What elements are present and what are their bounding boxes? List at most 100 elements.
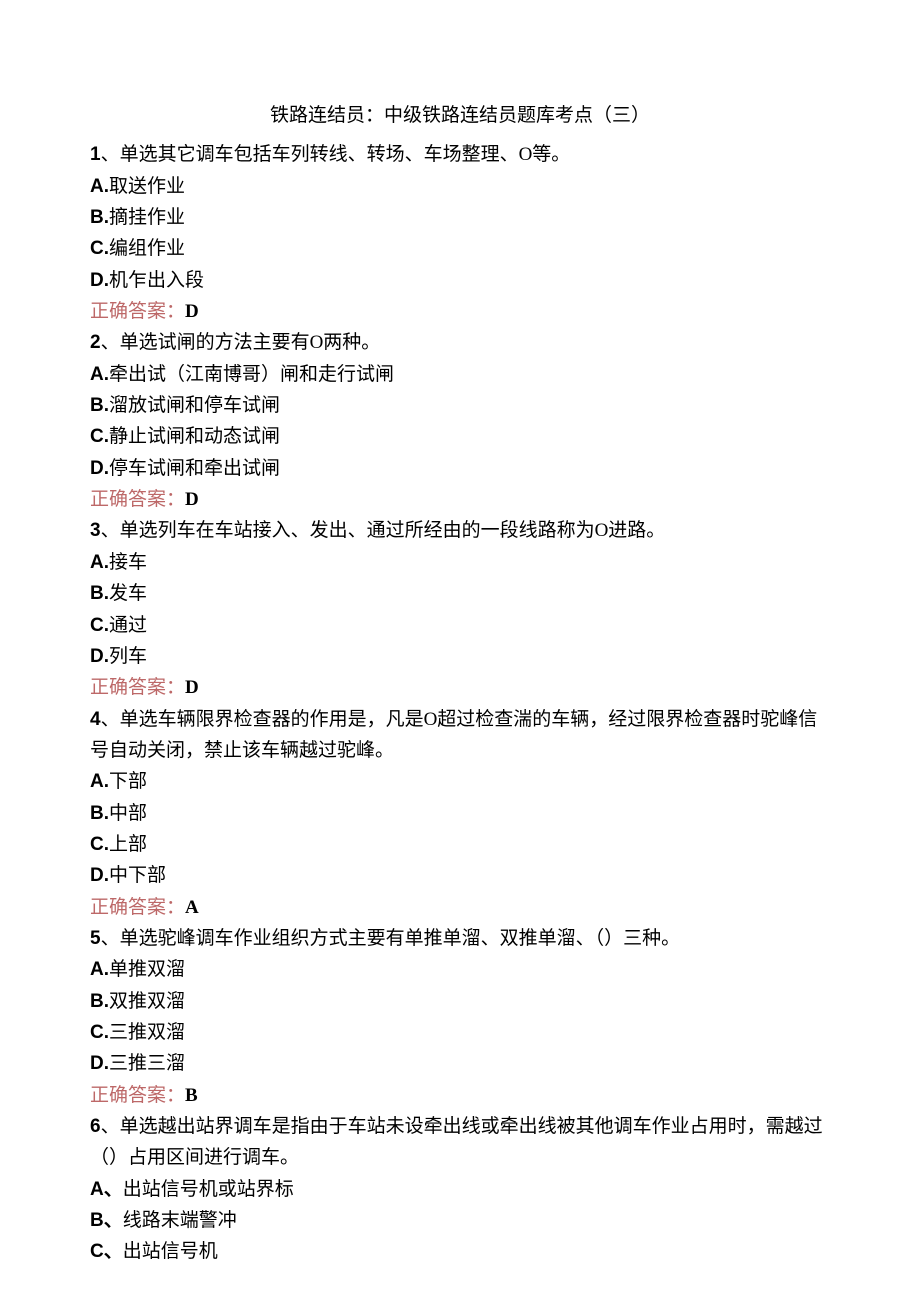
answer-label: 正确答案： [90, 897, 185, 918]
question-number: 3 [90, 520, 101, 541]
answer-label: 正确答案： [90, 301, 185, 322]
option-letter: C. [90, 238, 109, 259]
option-text: 接车 [109, 552, 147, 573]
option-letter: C. [90, 834, 109, 855]
questions-container: 1、单选其它调车包括车列转线、转场、车场整理、O等。A.取送作业B.摘挂作业C.… [90, 139, 830, 1267]
option-text: 机乍出入段 [109, 270, 204, 291]
option-line: B.发车 [90, 578, 830, 609]
option-line: A.牵出试（江南博哥）闸和走行试闸 [90, 359, 830, 390]
option-text: 中下部 [109, 865, 166, 886]
question-text: 、单选试闸的方法主要有O两种。 [101, 332, 381, 353]
answer-line: 正确答案：B [90, 1080, 830, 1111]
option-line: B.中部 [90, 798, 830, 829]
question-stem: 3、单选列车在车站接入、发出、通过所经由的一段线路称为O进路。 [90, 515, 830, 546]
option-line: B.双推双溜 [90, 986, 830, 1017]
option-letter: D. [90, 270, 109, 291]
option-letter: D. [90, 646, 109, 667]
option-letter: B. [90, 583, 109, 604]
option-letter: C、 [90, 1241, 123, 1262]
option-text: 摘挂作业 [109, 207, 185, 228]
question-number: 2 [90, 332, 101, 353]
question-stem: 4、单选车辆限界检查器的作用是，凡是O超过检查湍的车辆，经过限界检查器时驼峰信号… [90, 704, 830, 767]
option-text: 三推双溜 [109, 1022, 185, 1043]
option-letter: B、 [90, 1210, 123, 1231]
option-letter: D. [90, 1053, 109, 1074]
answer-line: 正确答案：D [90, 484, 830, 515]
question-number: 6 [90, 1116, 101, 1137]
option-text: 编组作业 [109, 238, 185, 259]
option-line: A.接车 [90, 547, 830, 578]
option-letter: B. [90, 207, 109, 228]
question-stem: 5、单选驼峰调车作业组织方式主要有单推单溜、双推单溜、（）三种。 [90, 923, 830, 954]
option-line: D.机乍出入段 [90, 265, 830, 296]
option-line: B、线路末端警冲 [90, 1205, 830, 1236]
question-number: 5 [90, 928, 101, 949]
option-line: C.静止试闸和动态试闸 [90, 421, 830, 452]
option-letter: A. [90, 176, 109, 197]
option-letter: B. [90, 803, 109, 824]
option-line: B.摘挂作业 [90, 202, 830, 233]
option-text: 溜放试闸和停车试闸 [109, 395, 280, 416]
option-line: A.单推双溜 [90, 954, 830, 985]
answer-label: 正确答案： [90, 677, 185, 698]
option-text: 发车 [109, 583, 147, 604]
option-letter: C. [90, 615, 109, 636]
option-text: 单推双溜 [109, 959, 185, 980]
question-text: 、单选驼峰调车作业组织方式主要有单推单溜、双推单溜、（）三种。 [101, 928, 681, 949]
option-letter: A. [90, 552, 109, 573]
option-letter: C. [90, 426, 109, 447]
option-line: A.下部 [90, 766, 830, 797]
option-text: 三推三溜 [109, 1053, 185, 1074]
option-letter: D. [90, 458, 109, 479]
answer-value: D [185, 677, 199, 698]
answer-line: 正确答案：D [90, 672, 830, 703]
question-number: 1 [90, 144, 101, 165]
question-text: 、单选越出站界调车是指由于车站未设牵出线或牵出线被其他调车作业占用时，需越过（）… [90, 1116, 823, 1168]
option-line: D.三推三溜 [90, 1048, 830, 1079]
answer-value: D [185, 489, 199, 510]
option-letter: D. [90, 865, 109, 886]
option-text: 线路末端警冲 [123, 1210, 237, 1231]
document-title: 铁路连结员：中级铁路连结员题库考点（三） [90, 100, 830, 131]
option-line: A、出站信号机或站界标 [90, 1174, 830, 1205]
answer-label: 正确答案： [90, 1085, 185, 1106]
option-text: 双推双溜 [109, 991, 185, 1012]
answer-value: D [185, 301, 199, 322]
option-line: A.取送作业 [90, 171, 830, 202]
option-letter: C. [90, 1022, 109, 1043]
option-text: 通过 [109, 615, 147, 636]
question-stem: 2、单选试闸的方法主要有O两种。 [90, 327, 830, 358]
option-letter: A. [90, 364, 109, 385]
answer-line: 正确答案：D [90, 296, 830, 327]
option-text: 中部 [109, 803, 147, 824]
option-line: D.停车试闸和牵出试闸 [90, 453, 830, 484]
option-letter: A、 [90, 1179, 123, 1200]
option-line: C、出站信号机 [90, 1236, 830, 1267]
answer-line: 正确答案：A [90, 892, 830, 923]
option-text: 上部 [109, 834, 147, 855]
question-number: 4 [90, 709, 101, 730]
option-line: D.列车 [90, 641, 830, 672]
question-text: 、单选车辆限界检查器的作用是，凡是O超过检查湍的车辆，经过限界检查器时驼峰信号自… [90, 709, 817, 761]
option-line: C.通过 [90, 610, 830, 641]
answer-value: B [185, 1085, 198, 1106]
option-letter: A. [90, 959, 109, 980]
question-text: 、单选其它调车包括车列转线、转场、车场整理、O等。 [101, 144, 571, 165]
question-stem: 6、单选越出站界调车是指由于车站未设牵出线或牵出线被其他调车作业占用时，需越过（… [90, 1111, 830, 1174]
option-letter: B. [90, 991, 109, 1012]
option-text: 停车试闸和牵出试闸 [109, 458, 280, 479]
option-text: 出站信号机或站界标 [123, 1179, 294, 1200]
option-text: 静止试闸和动态试闸 [109, 426, 280, 447]
option-text: 牵出试（江南博哥）闸和走行试闸 [109, 364, 394, 385]
option-line: C.编组作业 [90, 233, 830, 264]
answer-value: A [185, 897, 199, 918]
question-stem: 1、单选其它调车包括车列转线、转场、车场整理、O等。 [90, 139, 830, 170]
answer-label: 正确答案： [90, 489, 185, 510]
option-text: 下部 [109, 771, 147, 792]
option-line: C.上部 [90, 829, 830, 860]
question-text: 、单选列车在车站接入、发出、通过所经由的一段线路称为O进路。 [101, 520, 666, 541]
option-letter: B. [90, 395, 109, 416]
option-line: C.三推双溜 [90, 1017, 830, 1048]
option-line: B.溜放试闸和停车试闸 [90, 390, 830, 421]
option-line: D.中下部 [90, 860, 830, 891]
